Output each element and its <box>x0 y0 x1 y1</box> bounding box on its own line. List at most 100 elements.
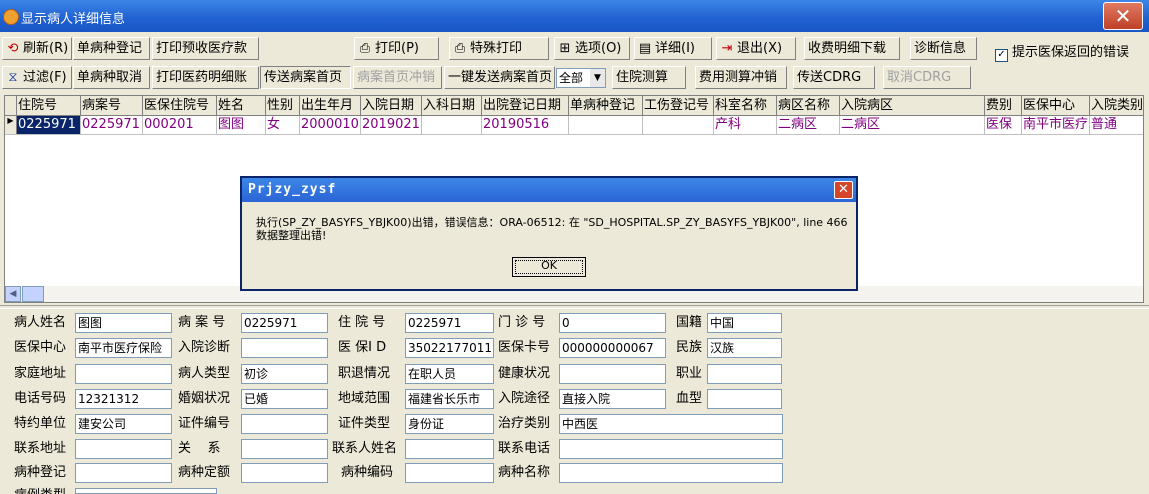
field-label: 家庭地址 <box>14 366 67 381</box>
inpatient-number-field[interactable]: 0225971 <box>405 313 494 333</box>
column-header[interactable]: 姓名 <box>217 96 266 115</box>
details-button[interactable]: ▤ 详细(I) <box>634 37 712 60</box>
table-cell[interactable]: 二病区 <box>777 116 840 134</box>
show-insurance-errors-checkbox[interactable]: ✓ 提示医保返回的错误 <box>995 41 1129 62</box>
outpatient-number-field[interactable]: 0 <box>559 313 666 333</box>
column-header[interactable]: 住院号 <box>17 96 81 115</box>
filter-button[interactable]: ⧖ 过滤(F) <box>2 66 72 89</box>
insurance-id-field[interactable]: 350221770117 <box>405 338 494 358</box>
contact-name-field[interactable] <box>405 439 494 459</box>
column-header[interactable]: 入院类别 <box>1090 96 1143 115</box>
one-click-send-homepage-button[interactable]: 一键发送病案首页 <box>444 66 555 89</box>
single-disease-cancel-button[interactable]: 单病种取消 <box>73 66 150 89</box>
send-case-homepage-button[interactable]: 传送病案首页 <box>260 66 351 89</box>
ethnicity-field[interactable]: 汉族 <box>707 338 782 358</box>
contract-unit-field[interactable]: 建安公司 <box>75 414 172 434</box>
disease-code-field[interactable] <box>405 463 494 483</box>
nationality-field[interactable]: 中国 <box>707 313 782 333</box>
column-header[interactable]: 工伤登记号 <box>643 96 714 115</box>
id-number-field[interactable] <box>241 414 328 434</box>
field-label: 健康状况 <box>498 366 551 381</box>
table-cell[interactable]: 南平市医疗 <box>1022 116 1090 134</box>
column-header[interactable]: 出生年月 <box>300 96 361 115</box>
home-address-field[interactable] <box>75 364 172 384</box>
cancel-cdrg-button[interactable]: 取消CDRG <box>883 66 971 89</box>
close-button[interactable]: ✕ <box>1103 2 1143 30</box>
error-dialog: Prjzy_zysf ✕ 执行(SP_ZY_BASYFS_YBJK00)出错，错… <box>240 176 858 291</box>
employment-status-field[interactable]: 在职人员 <box>405 364 494 384</box>
case-homepage-reversal-button[interactable]: 病案首页冲销 <box>353 66 442 89</box>
scroll-left-icon[interactable]: ◀ <box>5 286 21 302</box>
admission-diagnosis-field[interactable] <box>241 338 328 358</box>
exit-button[interactable]: ⇥ 退出(X) <box>716 37 796 60</box>
table-cell[interactable]: 产科 <box>714 116 777 134</box>
patient-type-field[interactable]: 初诊 <box>241 364 328 384</box>
insurance-center-field[interactable]: 南平市医疗保险 <box>75 338 172 358</box>
table-cell[interactable]: 000201 <box>143 116 217 134</box>
single-disease-register-button[interactable]: 单病种登记 <box>73 37 150 60</box>
column-header[interactable]: 科室名称 <box>714 96 777 115</box>
table-cell[interactable]: 20000101 <box>300 116 361 134</box>
insurance-card-field[interactable]: 000000000067 <box>559 338 666 358</box>
table-cell[interactable]: 0225971 <box>17 116 81 134</box>
download-fee-details-button[interactable]: 收费明细下载 <box>804 37 900 60</box>
disease-register-field[interactable] <box>75 463 172 483</box>
print-button[interactable]: ⎙ 打印(P) <box>354 37 439 60</box>
column-header[interactable]: 入院病区 <box>840 96 985 115</box>
column-header[interactable]: 出院登记日期 <box>482 96 569 115</box>
scroll-thumb[interactable] <box>22 286 44 302</box>
column-header[interactable]: 医保住院号 <box>143 96 217 115</box>
refresh-button[interactable]: ⟲ 刷新(R) <box>2 37 72 60</box>
table-cell[interactable]: 二病区 <box>840 116 985 134</box>
special-print-button[interactable]: ⎙ 特殊打印 <box>449 37 549 60</box>
column-header[interactable]: 入院日期 <box>361 96 422 115</box>
column-header[interactable]: 入科日期 <box>422 96 482 115</box>
table-cell[interactable]: 0225971 <box>81 116 143 134</box>
patient-name-field[interactable]: 图图 <box>75 313 172 333</box>
column-header[interactable]: 性别 <box>266 96 300 115</box>
send-cdrg-button[interactable]: 传送CDRG <box>793 66 875 89</box>
field-label: 病种登记 <box>14 465 67 480</box>
hospital-estimate-button[interactable]: 住院测算 <box>612 66 686 89</box>
table-cell[interactable] <box>643 116 714 134</box>
table-cell[interactable]: 20190516 <box>482 116 569 134</box>
scope-select[interactable]: 全部 ▼ <box>556 68 606 88</box>
column-header[interactable]: 单病种登记 <box>569 96 643 115</box>
case-number-field[interactable]: 0225971 <box>241 313 328 333</box>
marital-status-field[interactable]: 已婚 <box>241 389 328 409</box>
case-type-field[interactable] <box>75 488 217 494</box>
region-field[interactable]: 福建省长乐市 <box>405 389 494 409</box>
options-button[interactable]: ⊞ 选项(O) <box>554 37 630 60</box>
table-cell[interactable] <box>569 116 643 134</box>
print-medicine-details-button[interactable]: 打印医药明细账 <box>152 66 259 89</box>
disease-quota-field[interactable] <box>241 463 328 483</box>
phone-field[interactable]: 12321312 <box>75 389 172 409</box>
column-header[interactable]: 医保中心 <box>1022 96 1090 115</box>
table-cell[interactable]: 图图 <box>217 116 266 134</box>
table-cell[interactable] <box>422 116 482 134</box>
health-status-field[interactable] <box>559 364 666 384</box>
column-header[interactable]: 病区名称 <box>777 96 840 115</box>
id-type-field[interactable]: 身份证 <box>405 414 494 434</box>
diagnosis-info-button[interactable]: 诊断信息 <box>910 37 977 60</box>
contact-address-field[interactable] <box>75 439 172 459</box>
print-prepayment-button[interactable]: 打印预收医疗款 <box>152 37 259 60</box>
relationship-field[interactable] <box>241 439 328 459</box>
field-label: 关 系 <box>178 441 221 456</box>
dialog-close-button[interactable]: ✕ <box>834 181 853 199</box>
ok-button[interactable]: OK <box>512 257 586 277</box>
column-header[interactable]: 病案号 <box>81 96 143 115</box>
blood-type-field[interactable] <box>707 389 782 409</box>
table-row[interactable]: ▶ 0225971 0225971 000201 图图 女 20000101 2… <box>5 116 1143 135</box>
table-cell[interactable]: 女 <box>266 116 300 134</box>
table-cell[interactable]: 普通 <box>1090 116 1143 134</box>
table-cell[interactable]: 医保 <box>985 116 1022 134</box>
treatment-category-field[interactable]: 中西医 <box>559 414 783 434</box>
column-header[interactable]: 费别 <box>985 96 1022 115</box>
contact-phone-field[interactable] <box>559 439 783 459</box>
occupation-field[interactable] <box>707 364 782 384</box>
admission-route-field[interactable]: 直接入院 <box>559 389 666 409</box>
fee-estimate-reversal-button[interactable]: 费用测算冲销 <box>695 66 787 89</box>
table-cell[interactable]: 20190215 <box>361 116 422 134</box>
disease-name-field[interactable] <box>559 463 783 483</box>
